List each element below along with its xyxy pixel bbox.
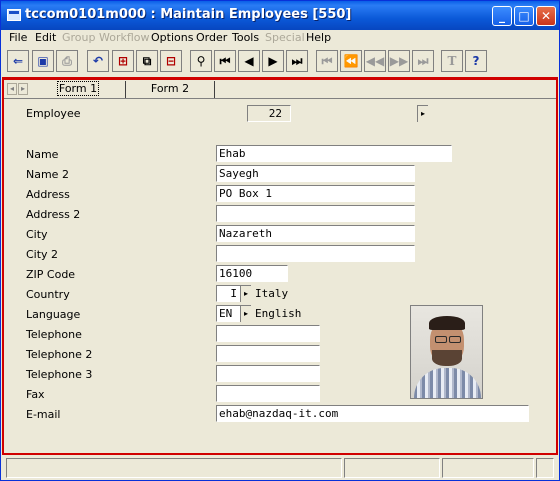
telephone3-field[interactable] bbox=[216, 365, 320, 382]
last-set-icon: ⏭ bbox=[412, 50, 434, 72]
menu-tools[interactable]: Tools bbox=[232, 31, 259, 44]
previous-set-icon: ⏪ bbox=[340, 50, 362, 72]
employee-label: Employee bbox=[26, 107, 81, 120]
menu-bar: File Edit Group Workflow Options Order T… bbox=[1, 30, 559, 45]
application-window: tccom0101m000 : Maintain Employees [550]… bbox=[0, 0, 560, 481]
address-label: Address bbox=[26, 188, 70, 201]
photo-beard bbox=[432, 350, 462, 366]
previous-record-icon[interactable]: ◀ bbox=[238, 50, 260, 72]
name2-label: Name 2 bbox=[26, 168, 69, 181]
title-bar[interactable]: tccom0101m000 : Maintain Employees [550]… bbox=[1, 1, 559, 30]
save-icon[interactable]: ▣ bbox=[32, 50, 54, 72]
language-code-field[interactable]: EN bbox=[216, 305, 241, 322]
tab-form-1-label: Form 1 bbox=[56, 81, 100, 96]
text-icon: T bbox=[441, 50, 463, 72]
photo-hair bbox=[429, 316, 465, 330]
minimize-button[interactable]: _ bbox=[492, 6, 512, 26]
employee-photo bbox=[410, 305, 483, 399]
address-field[interactable]: PO Box 1 bbox=[216, 185, 415, 202]
email-field[interactable]: ehab@nazdaq-it.com bbox=[216, 405, 529, 422]
language-zoom-icon[interactable]: ▸ bbox=[240, 305, 251, 322]
menu-group: Group bbox=[62, 31, 96, 44]
menu-help[interactable]: Help bbox=[306, 31, 331, 44]
tab-scroll-left-icon[interactable]: ◂ bbox=[7, 83, 17, 95]
address2-label: Address 2 bbox=[26, 208, 81, 221]
photo-left-eye bbox=[435, 336, 447, 343]
address2-field[interactable] bbox=[216, 205, 415, 222]
language-label: Language bbox=[26, 308, 81, 321]
delete-record-icon[interactable]: ⊟ bbox=[160, 50, 182, 72]
status-panel-3 bbox=[442, 458, 534, 478]
country-description: Italy bbox=[255, 287, 289, 300]
close-button[interactable]: ✕ bbox=[536, 6, 556, 26]
fax-label: Fax bbox=[26, 388, 45, 401]
email-label: E-mail bbox=[26, 408, 61, 421]
tab-scroll-right-icon[interactable]: ▸ bbox=[18, 83, 28, 95]
menu-file[interactable]: File bbox=[9, 31, 27, 44]
employee-number-field[interactable]: 22 bbox=[247, 105, 291, 122]
context-help-icon[interactable]: ? bbox=[465, 50, 487, 72]
menu-options[interactable]: Options bbox=[151, 31, 193, 44]
last-record-icon[interactable]: ⏭ bbox=[286, 50, 308, 72]
photo-right-eye bbox=[449, 336, 461, 343]
first-record-icon[interactable]: ⏮ bbox=[214, 50, 236, 72]
maximize-button[interactable]: □ bbox=[514, 6, 534, 26]
country-zoom-icon[interactable]: ▸ bbox=[240, 285, 251, 302]
city2-field[interactable] bbox=[216, 245, 415, 262]
resize-grip[interactable] bbox=[536, 458, 554, 478]
next-page-icon: ▶▶ bbox=[388, 50, 410, 72]
telephone2-label: Telephone 2 bbox=[26, 348, 93, 361]
tab-form-2[interactable]: Form 2 bbox=[126, 81, 215, 98]
next-record-icon[interactable]: ▶ bbox=[262, 50, 284, 72]
name-field[interactable]: Ehab bbox=[216, 145, 452, 162]
toolbar: ⇐ ▣ ⎙ ↶ ⊞ ⧉ ⊟ ⚲ ⏮ ◀ ▶ ⏭ ⏮ ⏪ ◀◀ ▶▶ ⏭ T ? bbox=[1, 46, 559, 76]
country-label: Country bbox=[26, 288, 70, 301]
window-title: tccom0101m000 : Maintain Employees [550] bbox=[25, 7, 352, 22]
menu-workflow: Workflow bbox=[99, 31, 150, 44]
exit-icon[interactable]: ⇐ bbox=[7, 50, 29, 72]
duplicate-record-icon[interactable]: ⧉ bbox=[136, 50, 158, 72]
status-panel-2 bbox=[344, 458, 440, 478]
status-panel-message bbox=[6, 458, 342, 478]
previous-page-icon: ◀◀ bbox=[364, 50, 386, 72]
menu-order[interactable]: Order bbox=[196, 31, 227, 44]
employee-zoom-icon[interactable]: ▸ bbox=[417, 105, 428, 122]
menu-edit[interactable]: Edit bbox=[35, 31, 56, 44]
country-code-field[interactable]: I bbox=[216, 285, 241, 302]
zip-field[interactable]: 16100 bbox=[216, 265, 288, 282]
telephone2-field[interactable] bbox=[216, 345, 320, 362]
telephone-field[interactable] bbox=[216, 325, 320, 342]
menu-special: Special bbox=[265, 31, 305, 44]
zip-label: ZIP Code bbox=[26, 268, 76, 281]
city2-label: City 2 bbox=[26, 248, 59, 261]
first-set-icon: ⏮ bbox=[316, 50, 338, 72]
telephone3-label: Telephone 3 bbox=[26, 368, 93, 381]
undo-icon[interactable]: ↶ bbox=[87, 50, 109, 72]
city-label: City bbox=[26, 228, 48, 241]
tab-form-1[interactable]: Form 1 bbox=[31, 81, 126, 98]
status-bar bbox=[2, 456, 558, 480]
photo-shirt bbox=[414, 368, 481, 398]
print-icon: ⎙ bbox=[56, 50, 78, 72]
telephone-label: Telephone bbox=[26, 328, 82, 341]
language-description: English bbox=[255, 307, 302, 320]
fax-field[interactable] bbox=[216, 385, 320, 402]
find-icon[interactable]: ⚲ bbox=[190, 50, 212, 72]
insert-record-icon[interactable]: ⊞ bbox=[112, 50, 134, 72]
name-label: Name bbox=[26, 148, 59, 161]
name2-field[interactable]: Sayegh bbox=[216, 165, 415, 182]
app-icon[interactable] bbox=[7, 9, 21, 21]
city-field[interactable]: Nazareth bbox=[216, 225, 415, 242]
